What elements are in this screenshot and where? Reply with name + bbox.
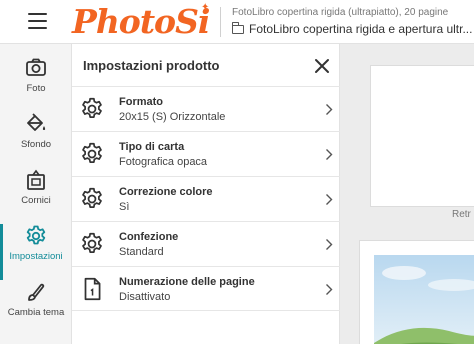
page-number-icon: [84, 277, 101, 301]
setting-title: Formato: [119, 96, 163, 108]
logo-text: PhotoSi: [72, 2, 210, 41]
camera-icon: [26, 58, 46, 76]
rail-item-cambia-tema[interactable]: Cambia tema: [0, 280, 72, 336]
product-title-text: FotoLibro copertina rigida e apertura ul…: [249, 22, 473, 36]
rail-item-label: Cambia tema: [7, 307, 65, 318]
rail-item-label: Sfondo: [20, 139, 52, 150]
setting-value: 20x15 (S) Orizzontale: [119, 111, 226, 123]
rail-item-label: Impostazioni: [9, 251, 63, 262]
chevron-right-icon: [326, 104, 333, 115]
chevron-right-icon: [326, 239, 333, 250]
tool-rail: Foto Sfondo Cornici Impostazioni Cambia …: [0, 44, 72, 344]
rail-item-label: Cornici: [21, 195, 51, 206]
rail-item-label: Foto: [26, 83, 46, 94]
setting-value: Fotografica opaca: [119, 156, 208, 168]
rail-item-cornici[interactable]: Cornici: [0, 168, 72, 224]
frame-icon: [27, 169, 45, 190]
setting-value: Standard: [119, 246, 164, 258]
setting-title: Confezione: [119, 231, 179, 243]
setting-value: Disattivato: [119, 291, 171, 303]
rail-item-impostazioni[interactable]: Impostazioni: [0, 224, 72, 280]
paint-bucket-icon: [27, 113, 46, 131]
chevron-right-icon: [326, 149, 333, 160]
setting-row-tipo-di-carta[interactable]: Tipo di carta Fotografica opaca: [72, 131, 340, 176]
header-divider: [220, 7, 221, 37]
chevron-right-icon: [326, 284, 333, 295]
settings-panel: Impostazioni prodotto Formato 20x15 (S) …: [72, 44, 340, 344]
gear-icon: [26, 225, 46, 245]
setting-title: Correzione colore: [119, 186, 213, 198]
brush-icon: [28, 283, 45, 301]
setting-title: Numerazione delle pagine: [119, 276, 255, 288]
panel-title: Impostazioni prodotto: [83, 58, 220, 73]
setting-row-confezione[interactable]: Confezione Standard: [72, 221, 340, 266]
folder-icon: [232, 22, 244, 34]
setting-row-formato[interactable]: Formato 20x15 (S) Orizzontale: [72, 86, 340, 131]
gear-icon: [82, 142, 102, 163]
gear-icon: [82, 97, 102, 118]
landscape-photo: [374, 255, 474, 344]
rail-item-foto[interactable]: Foto: [0, 56, 72, 112]
cover-page[interactable]: [370, 65, 474, 207]
page-label: Retr: [452, 209, 471, 220]
chevron-right-icon: [326, 194, 333, 205]
setting-row-correzione-colore[interactable]: Correzione colore Sì: [72, 176, 340, 221]
settings-list: Formato 20x15 (S) Orizzontale Tipo di ca…: [72, 86, 340, 311]
rail-item-sfondo[interactable]: Sfondo: [0, 112, 72, 168]
gear-icon: [82, 187, 102, 208]
sparkle-icon: ✦: [201, 2, 210, 13]
close-icon[interactable]: [312, 56, 332, 76]
book-page[interactable]: [359, 240, 474, 344]
gear-icon: [82, 232, 102, 253]
menu-icon[interactable]: [28, 13, 47, 29]
book-canvas: Retr: [340, 44, 474, 344]
product-title[interactable]: FotoLibro copertina rigida e apertura ul…: [232, 22, 474, 36]
setting-value: Sì: [119, 201, 130, 213]
product-subtitle: FotoLibro copertina rigida (ultrapiatto)…: [232, 7, 449, 18]
app-header: PhotoSi ✦ FotoLibro copertina rigida (ul…: [0, 0, 474, 44]
setting-title: Tipo di carta: [119, 141, 185, 153]
setting-row-numerazione-pagine[interactable]: Numerazione delle pagine Disattivato: [72, 266, 340, 311]
